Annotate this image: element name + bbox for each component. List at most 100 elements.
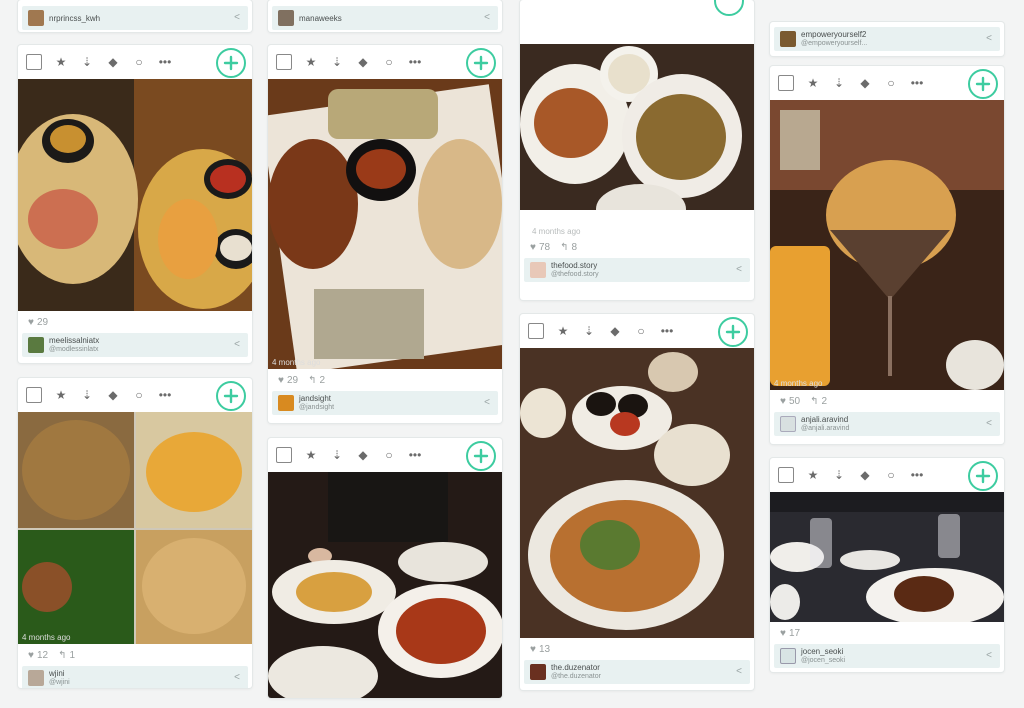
username[interactable]: thefood.story	[551, 261, 599, 270]
more-icon[interactable]: •••	[910, 468, 924, 482]
more-icon[interactable]: •••	[158, 388, 172, 402]
avatar[interactable]	[530, 664, 546, 680]
username[interactable]: nrprincss_kwh	[49, 14, 100, 23]
pin-icon[interactable]: ⇣	[330, 448, 344, 462]
share-icon[interactable]: <	[986, 33, 992, 44]
username[interactable]: jandsight	[299, 394, 334, 403]
add-button[interactable]	[714, 0, 744, 16]
add-button[interactable]	[466, 48, 496, 78]
tag-icon[interactable]: ◆	[106, 388, 120, 402]
more-icon[interactable]: •••	[910, 76, 924, 90]
like-count[interactable]: ♥ 50	[780, 396, 800, 407]
star-icon[interactable]: ★	[806, 76, 820, 90]
pin-icon[interactable]: ⇣	[832, 468, 846, 482]
star-icon[interactable]: ★	[304, 448, 318, 462]
user-bar[interactable]: anjali.aravind @anjali.aravind <	[774, 412, 1000, 436]
repost-count[interactable]: ↰ 2	[308, 375, 325, 386]
share-icon[interactable]: <	[234, 339, 240, 350]
select-checkbox[interactable]	[276, 447, 292, 463]
circle-icon[interactable]: ○	[132, 55, 146, 69]
user-bar[interactable]: jandsight @jandsight <	[272, 391, 498, 415]
add-button[interactable]	[718, 317, 748, 347]
tag-icon[interactable]: ◆	[356, 55, 370, 69]
share-icon[interactable]: <	[234, 672, 240, 683]
username[interactable]: meelissalniatx	[49, 336, 99, 345]
user-bar[interactable]: the.duzenator @the.duzenator <	[524, 660, 750, 684]
tag-icon[interactable]: ◆	[858, 468, 872, 482]
like-count[interactable]: ♥ 17	[780, 628, 800, 639]
select-checkbox[interactable]	[26, 54, 42, 70]
avatar[interactable]	[28, 670, 44, 686]
post-photo[interactable]	[268, 472, 502, 698]
more-icon[interactable]: •••	[158, 55, 172, 69]
add-button[interactable]	[466, 441, 496, 471]
repost-count[interactable]: ↰ 1	[58, 650, 75, 661]
avatar[interactable]	[780, 31, 796, 47]
avatar[interactable]	[28, 337, 44, 353]
select-checkbox[interactable]	[26, 387, 42, 403]
pin-icon[interactable]: ⇣	[80, 388, 94, 402]
post-photo[interactable]	[770, 492, 1004, 622]
user-bar[interactable]: jocen_seoki @jocen_seoki <	[774, 644, 1000, 668]
username[interactable]: empoweryourself2	[801, 30, 867, 39]
pin-icon[interactable]: ⇣	[80, 55, 94, 69]
more-icon[interactable]: •••	[408, 448, 422, 462]
star-icon[interactable]: ★	[556, 324, 570, 338]
user-bar[interactable]: nrprincss_kwh <	[22, 6, 248, 30]
card-c4-top[interactable]: empoweryourself2 @empoweryourself... <	[770, 22, 1004, 56]
star-icon[interactable]: ★	[54, 55, 68, 69]
select-checkbox[interactable]	[528, 323, 544, 339]
share-icon[interactable]: <	[986, 418, 992, 429]
user-bar[interactable]: thefood.story @thefood.story <	[524, 258, 750, 282]
add-button[interactable]	[968, 69, 998, 99]
star-icon[interactable]: ★	[54, 388, 68, 402]
post-photo[interactable]	[18, 79, 252, 311]
circle-icon[interactable]: ○	[884, 468, 898, 482]
tag-icon[interactable]: ◆	[356, 448, 370, 462]
username[interactable]: the.duzenator	[551, 663, 601, 672]
add-button[interactable]	[968, 461, 998, 491]
avatar[interactable]	[530, 262, 546, 278]
share-icon[interactable]: <	[234, 12, 240, 23]
card-c2-top[interactable]: manaweeks <	[268, 0, 502, 32]
circle-icon[interactable]: ○	[132, 388, 146, 402]
username[interactable]: manaweeks	[299, 14, 342, 23]
post-photo[interactable]	[520, 348, 754, 638]
star-icon[interactable]: ★	[806, 468, 820, 482]
avatar[interactable]	[780, 648, 796, 664]
circle-icon[interactable]: ○	[634, 324, 648, 338]
share-icon[interactable]: <	[484, 397, 490, 408]
user-bar[interactable]: manaweeks <	[272, 6, 498, 30]
like-count[interactable]: ♥ 29	[278, 375, 298, 386]
username[interactable]: wjini	[49, 669, 70, 678]
tag-icon[interactable]: ◆	[858, 76, 872, 90]
share-icon[interactable]: <	[736, 666, 742, 677]
pin-icon[interactable]: ⇣	[582, 324, 596, 338]
tag-icon[interactable]: ◆	[608, 324, 622, 338]
pin-icon[interactable]: ⇣	[330, 55, 344, 69]
user-bar[interactable]: empoweryourself2 @empoweryourself... <	[774, 27, 1000, 51]
post-photo[interactable]: 4 months ago	[268, 79, 502, 369]
avatar[interactable]	[278, 10, 294, 26]
repost-count[interactable]: ↰ 2	[810, 396, 827, 407]
select-checkbox[interactable]	[778, 467, 794, 483]
like-count[interactable]: ♥ 13	[530, 644, 550, 655]
repost-count[interactable]: ↰ 8	[560, 242, 577, 253]
tag-icon[interactable]: ◆	[106, 55, 120, 69]
post-photo[interactable]: 4 months ago	[770, 100, 1004, 390]
avatar[interactable]	[780, 416, 796, 432]
username[interactable]: jocen_seoki	[801, 647, 845, 656]
like-count[interactable]: ♥ 29	[28, 317, 48, 328]
select-checkbox[interactable]	[276, 54, 292, 70]
circle-icon[interactable]: ○	[884, 76, 898, 90]
share-icon[interactable]: <	[484, 12, 490, 23]
more-icon[interactable]: •••	[660, 324, 674, 338]
circle-icon[interactable]: ○	[382, 55, 396, 69]
pin-icon[interactable]: ⇣	[832, 76, 846, 90]
card-c1-top[interactable]: nrprincss_kwh <	[18, 0, 252, 32]
share-icon[interactable]: <	[736, 264, 742, 275]
user-bar[interactable]: meelissalniatx @modlessinlatx <	[22, 333, 248, 357]
avatar[interactable]	[278, 395, 294, 411]
share-icon[interactable]: <	[986, 650, 992, 661]
user-bar[interactable]: wjini @wjini <	[22, 666, 248, 688]
